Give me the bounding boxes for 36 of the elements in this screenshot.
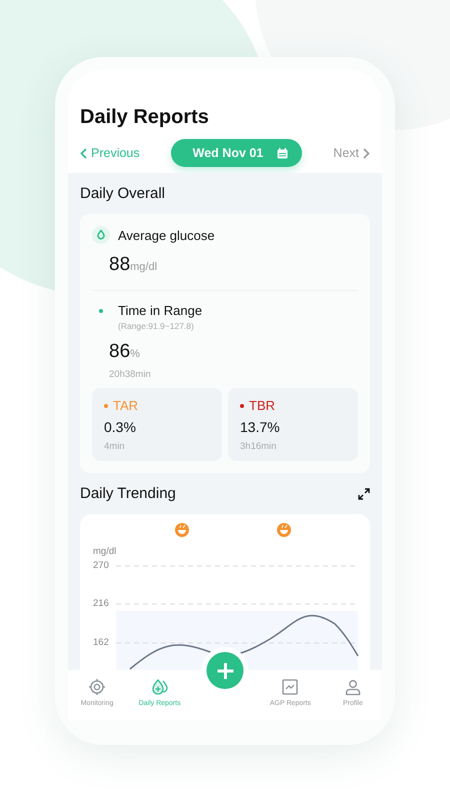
duration-text: 20h38min <box>109 369 152 380</box>
duration-text: 4min <box>104 441 126 452</box>
drops-icon <box>150 678 169 696</box>
range-note: (Range:91.9~127.8) <box>118 321 195 331</box>
tile-value: 0.3% <box>104 419 137 435</box>
section-title: Daily Overall <box>80 185 166 202</box>
chart-icon <box>281 678 300 696</box>
unit-label: % <box>130 348 140 360</box>
bowl-icon <box>175 523 189 537</box>
bowl-icon <box>277 523 291 537</box>
axis-tick: 216 <box>93 598 109 609</box>
person-icon <box>344 678 362 696</box>
date-picker[interactable]: Wed Nov 01 <box>170 139 302 167</box>
next-link[interactable]: Next <box>333 146 370 160</box>
axis-tick: 270 <box>93 560 109 571</box>
unit-label: mg/dl <box>130 261 158 273</box>
section-title: Daily Trending <box>80 485 176 502</box>
tile-label: TAR <box>113 398 138 413</box>
tile-label: TBR <box>249 398 275 413</box>
metric-value: 88 <box>109 254 130 276</box>
target-icon <box>88 678 106 696</box>
metric-label: Time in Range <box>118 303 202 318</box>
duration-text: 3h16min <box>240 441 278 452</box>
plus-icon <box>217 662 233 678</box>
axis-unit: mg/dl <box>93 546 118 557</box>
chevron-right-icon <box>363 148 370 158</box>
axis-tick: 162 <box>93 637 109 648</box>
drop-icon <box>92 226 110 244</box>
previous-link[interactable]: Previous <box>80 146 140 160</box>
tile-value: 13.7% <box>240 419 281 435</box>
metric-value: 86 <box>109 341 130 363</box>
expand-icon[interactable] <box>358 488 370 500</box>
metric-label: Average glucose <box>118 228 215 242</box>
page-title: Daily Reports <box>80 106 210 129</box>
chevron-left-icon <box>80 148 87 158</box>
calendar-icon <box>277 148 288 158</box>
